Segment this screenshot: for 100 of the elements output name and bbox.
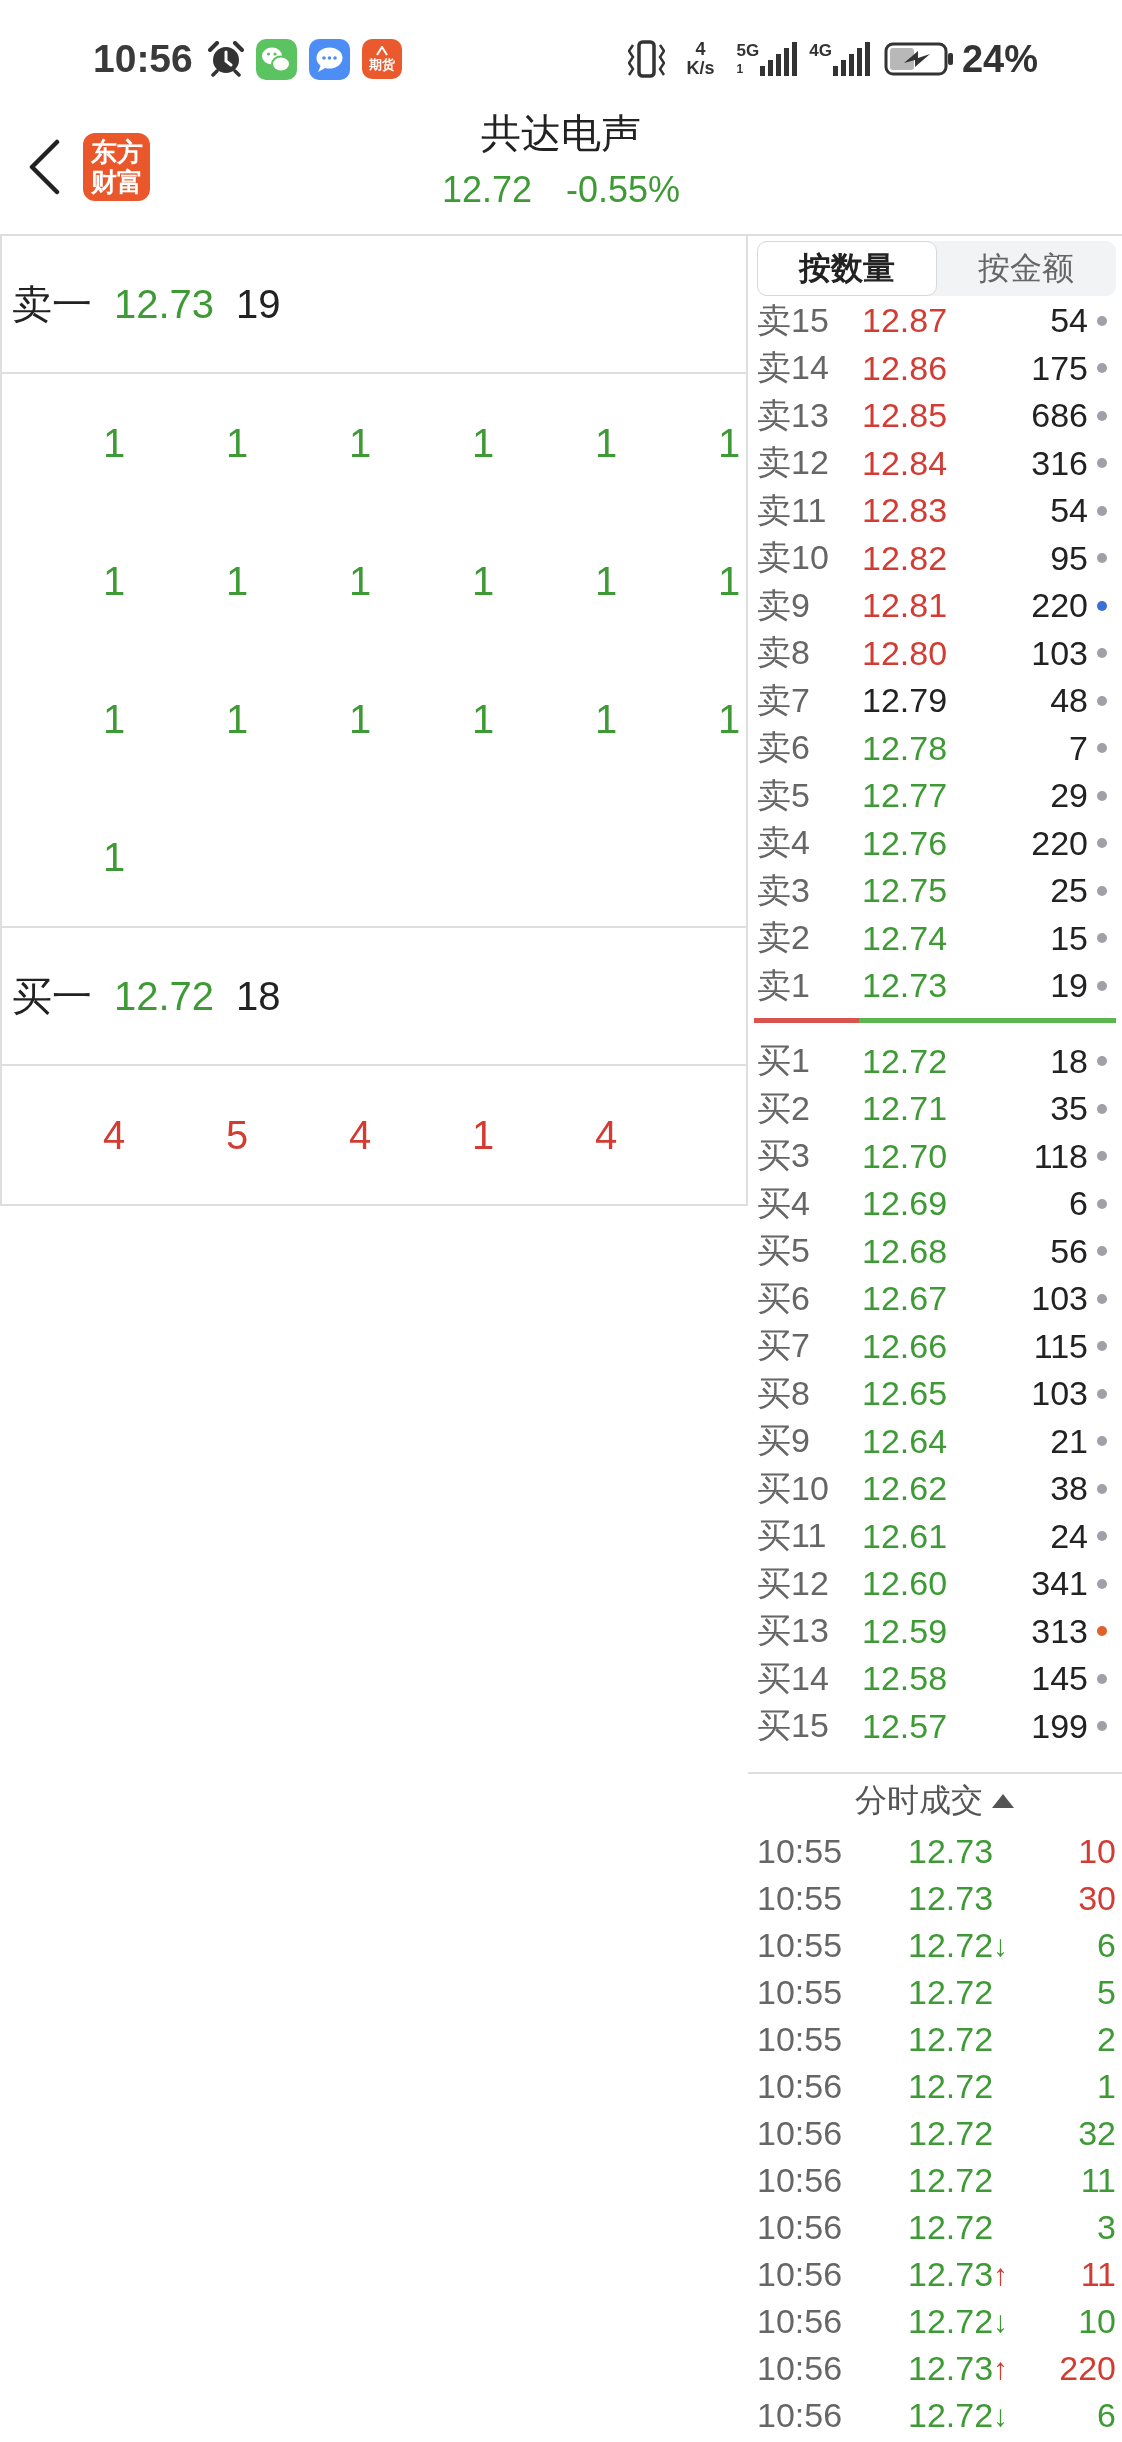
- price-text: 12.87: [862, 301, 949, 341]
- section-title[interactable]: 分时成交: [855, 1779, 983, 1823]
- volume-text: 175: [1031, 348, 1088, 388]
- order-quantity: 1: [101, 696, 127, 742]
- trade-time: 10:56: [757, 2396, 844, 2435]
- trade-time: 10:55: [757, 1832, 844, 1871]
- volume-text: 118: [1033, 1136, 1088, 1176]
- order-quantity: 1: [716, 420, 742, 466]
- trade-volume: 11: [1080, 2161, 1116, 2200]
- order-quantity: 4: [101, 1112, 127, 1158]
- level-label: 买1: [757, 1040, 811, 1082]
- level-label: 卖一: [12, 280, 92, 328]
- net-speed-unit: K/s: [686, 59, 715, 78]
- level-label: 卖3: [757, 869, 811, 911]
- stock-price: 12.72: [441, 168, 532, 212]
- signal-bars-icon: [832, 42, 870, 76]
- volume-text: 29: [1050, 776, 1088, 816]
- price-text: 12.79: [862, 681, 949, 721]
- price-text: 12.57: [862, 1706, 949, 1746]
- trade-time: 10:56: [757, 2067, 844, 2106]
- volume-text: 56: [1050, 1231, 1088, 1271]
- trade-volume: 10: [1078, 1832, 1116, 1871]
- network-type-label: 5G: [736, 42, 760, 60]
- level-label: 买10: [757, 1467, 830, 1509]
- app-mark-icon: [375, 46, 388, 56]
- vibrate-icon: [627, 39, 665, 79]
- trade-volume: 2: [1097, 2020, 1116, 2059]
- level-label: 买4: [757, 1182, 811, 1224]
- trade-time: 10:55: [757, 1926, 844, 1965]
- level-label: 卖15: [757, 299, 830, 341]
- volume-text: 21: [1050, 1421, 1088, 1461]
- price-change-percent: -0.55%: [566, 168, 681, 212]
- level-label: 买11: [757, 1515, 828, 1557]
- trade-volume: 32: [1078, 2114, 1116, 2153]
- price-text: 12.75: [862, 871, 949, 911]
- level-label: 买14: [757, 1657, 830, 1699]
- trade-volume: 11: [1080, 2255, 1116, 2294]
- order-quantity: 1: [470, 696, 496, 742]
- trade-volume: 6: [1097, 1926, 1116, 1965]
- level-volume: 18: [236, 973, 281, 1019]
- trade-price: 12.73: [908, 1879, 994, 1918]
- price-text: 12.85: [862, 396, 949, 436]
- price-text: 12.66: [862, 1326, 949, 1366]
- price-tick-arrow: ↑: [993, 2351, 1009, 2386]
- price-tick-arrow: ↑: [993, 2257, 1009, 2292]
- volume-text: 313: [1031, 1611, 1088, 1651]
- order-quantity: 1: [224, 696, 250, 742]
- volume-text: 103: [1031, 1374, 1088, 1414]
- level-label: 卖13: [757, 394, 830, 436]
- trade-price: 12.72: [908, 2114, 994, 2153]
- price-text: 12.81: [862, 586, 949, 626]
- level-label: 卖7: [757, 679, 811, 721]
- tab[interactable]: 按数量: [757, 241, 937, 296]
- price-text: 12.76: [862, 823, 949, 863]
- level-label: 买3: [757, 1135, 811, 1177]
- volume-text: 7: [1069, 728, 1088, 768]
- volume-text: 25: [1050, 871, 1088, 911]
- order-quantity: 1: [347, 420, 373, 466]
- price-text: 12.83: [862, 491, 949, 531]
- volume-text: 115: [1033, 1326, 1088, 1366]
- signal-bars-icon: [760, 42, 798, 76]
- price-text: 12.68: [862, 1231, 949, 1271]
- trade-price: 12.73: [908, 1832, 994, 1871]
- clock-time: 10:56: [93, 37, 193, 81]
- level-label: 买6: [757, 1277, 811, 1319]
- order-quantity: 1: [224, 558, 250, 604]
- level-label: 卖6: [757, 727, 811, 769]
- trade-time: 10:55: [757, 2020, 844, 2059]
- trade-volume: 30: [1078, 1879, 1116, 1918]
- battery-icon: [883, 42, 954, 76]
- price-tick-arrow: ↓: [993, 2398, 1009, 2433]
- tab[interactable]: 按金额: [936, 241, 1116, 296]
- trade-price: 12.72: [908, 2208, 994, 2247]
- trade-price: 12.72: [908, 1973, 994, 2012]
- order-quantity: 1: [224, 420, 250, 466]
- level-label: 卖4: [757, 822, 811, 864]
- order-quantity: 1: [716, 696, 742, 742]
- volume-text: 19: [1050, 966, 1088, 1006]
- back-icon[interactable]: [28, 139, 60, 195]
- level-price: 12.73: [114, 281, 215, 327]
- price-text: 12.71: [862, 1089, 949, 1129]
- volume-text: 199: [1031, 1706, 1088, 1746]
- price-tick-arrow: ↓: [993, 1928, 1009, 1963]
- price-text: 12.84: [862, 443, 949, 483]
- level-label: 买7: [757, 1325, 811, 1367]
- volume-text: 686: [1031, 396, 1088, 436]
- trade-price: 12.72: [908, 2161, 994, 2200]
- caret-icon[interactable]: [991, 1793, 1015, 1809]
- price-text: 12.59: [862, 1611, 949, 1651]
- volume-text: 38: [1050, 1469, 1088, 1509]
- price-text: 12.69: [862, 1184, 949, 1224]
- app-logo: 东方财富: [83, 133, 150, 201]
- trade-price: 12.72: [908, 2396, 994, 2435]
- app-icon-label: 期货: [368, 58, 395, 72]
- level-label: 卖11: [757, 489, 828, 531]
- price-text: 12.78: [862, 728, 949, 768]
- price-text: 12.72: [862, 1041, 949, 1081]
- level-label: 买15: [757, 1705, 830, 1747]
- trade-time: 10:55: [757, 1879, 844, 1918]
- message-app-icon: [308, 38, 350, 80]
